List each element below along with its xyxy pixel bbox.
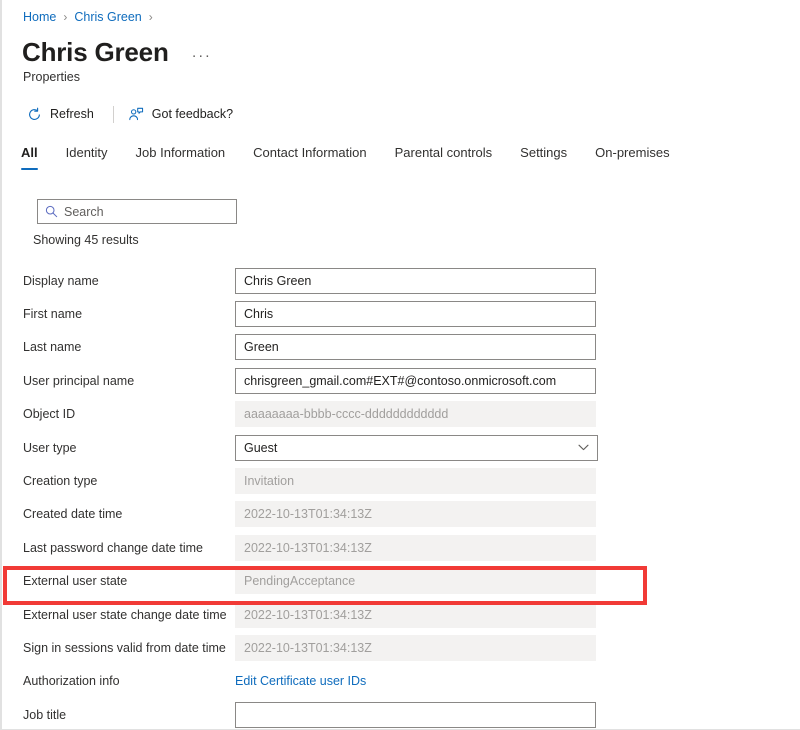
breadcrumb-separator: › (63, 10, 68, 24)
field-row-display-name: Display name (2, 264, 800, 297)
input-created-date-time (235, 501, 596, 528)
field-label-user-principal-name: User principal name (23, 373, 135, 388)
field-label-sign-in-sessions-valid-from-date-time: Sign in sessions valid from date time (23, 640, 226, 655)
field-control-user-type: MemberGuest (235, 434, 598, 461)
page-title-row: Chris Green ··· (22, 36, 214, 68)
breadcrumb-separator: › (148, 10, 153, 24)
field-control-last-name (235, 334, 596, 361)
field-row-user-principal-name: User principal name (2, 364, 800, 397)
tab-all[interactable]: All (21, 143, 38, 170)
field-label-creation-type: Creation type (23, 474, 98, 489)
field-label-authorization-info: Authorization info (23, 674, 120, 689)
input-external-user-state (235, 568, 596, 595)
page-subtitle: Properties (23, 70, 80, 84)
refresh-button[interactable]: Refresh (23, 101, 102, 127)
search-box[interactable] (37, 199, 237, 224)
field-label-created-date-time: Created date time (23, 507, 123, 522)
field-label-object-id: Object ID (23, 407, 76, 422)
field-control-job-title (235, 701, 596, 728)
field-label-last-password-change-date-time: Last password change date time (23, 540, 203, 555)
field-control-object-id (235, 401, 596, 428)
input-user-principal-name[interactable] (235, 367, 596, 394)
command-bar: Refresh Got feedback? (23, 101, 241, 127)
field-row-created-date-time: Created date time (2, 498, 800, 531)
command-bar-divider (112, 105, 114, 123)
field-control-authorization-info: Edit Certificate user IDs (235, 672, 366, 690)
field-row-external-user-state-change-date-time: External user state change date time (2, 598, 800, 631)
field-label-user-type: User type (23, 440, 77, 455)
got-feedback-label: Got feedback? (151, 107, 234, 121)
field-control-display-name (235, 267, 596, 294)
search-icon (38, 205, 64, 218)
tab-identity[interactable]: Identity (66, 143, 108, 170)
field-label-display-name: Display name (23, 273, 99, 288)
field-row-job-title: Job title (2, 698, 800, 729)
field-control-sign-in-sessions-valid-from-date-time (235, 634, 596, 661)
select-wrapper-user-type: MemberGuest (235, 434, 598, 461)
field-label-last-name: Last name (23, 340, 82, 355)
page-title: Chris Green (22, 37, 169, 67)
breadcrumb-item-1[interactable]: Chris Green (74, 9, 141, 25)
tab-parental-controls[interactable]: Parental controls (395, 143, 493, 170)
input-sign-in-sessions-valid-from-date-time (235, 634, 596, 661)
refresh-label: Refresh (50, 107, 94, 121)
results-count: Showing 45 results (33, 233, 139, 247)
input-display-name[interactable] (235, 267, 596, 294)
tab-settings[interactable]: Settings (520, 143, 567, 170)
breadcrumb-item-0[interactable]: Home (23, 9, 56, 25)
input-last-name[interactable] (235, 334, 596, 361)
field-row-last-name: Last name (2, 331, 800, 364)
properties-form: Display name First name Last name User prin… (2, 264, 800, 729)
more-actions-button[interactable]: ··· (189, 48, 215, 63)
select-user-type[interactable]: MemberGuest (235, 434, 598, 461)
field-label-first-name: First name (23, 307, 83, 322)
breadcrumb: Home › Chris Green › (23, 9, 160, 25)
field-control-last-password-change-date-time (235, 534, 596, 561)
link-authorization-info[interactable]: Edit Certificate user IDs (235, 674, 366, 688)
input-last-password-change-date-time (235, 534, 596, 561)
field-row-user-type: User type MemberGuest (2, 431, 800, 464)
field-row-first-name: First name (2, 297, 800, 330)
field-label-external-user-state-change-date-time: External user state change date time (23, 607, 227, 622)
input-object-id (235, 401, 596, 428)
input-job-title[interactable] (235, 701, 596, 728)
user-properties-page: Home › Chris Green › Chris Green ··· Proper… (0, 0, 800, 730)
tab-job-information[interactable]: Job Information (136, 143, 226, 170)
field-control-created-date-time (235, 501, 596, 528)
field-control-creation-type (235, 468, 596, 495)
field-control-user-principal-name (235, 367, 596, 394)
field-control-first-name (235, 301, 596, 328)
tab-contact-information[interactable]: Contact Information (253, 143, 366, 170)
field-control-external-user-state (235, 568, 596, 595)
field-row-sign-in-sessions-valid-from-date-time: Sign in sessions valid from date time (2, 631, 800, 664)
field-row-last-password-change-date-time: Last password change date time (2, 531, 800, 564)
field-row-creation-type: Creation type (2, 464, 800, 497)
input-external-user-state-change-date-time (235, 601, 596, 628)
field-label-job-title: Job title (23, 707, 67, 722)
refresh-icon (26, 106, 43, 123)
field-label-external-user-state: External user state (23, 574, 128, 589)
search-input[interactable] (64, 200, 236, 223)
feedback-person-icon (128, 106, 145, 123)
field-row-authorization-info: Authorization info Edit Certificate user … (2, 665, 800, 698)
field-row-object-id: Object ID (2, 398, 800, 431)
tab-on-premises[interactable]: On-premises (595, 143, 669, 170)
input-first-name[interactable] (235, 301, 596, 328)
input-creation-type (235, 468, 596, 495)
field-row-external-user-state: External user state (2, 565, 800, 598)
got-feedback-button[interactable]: Got feedback? (125, 101, 241, 127)
field-control-external-user-state-change-date-time (235, 601, 596, 628)
tab-bar: All Identity Job Information Contact Inform… (2, 143, 800, 175)
